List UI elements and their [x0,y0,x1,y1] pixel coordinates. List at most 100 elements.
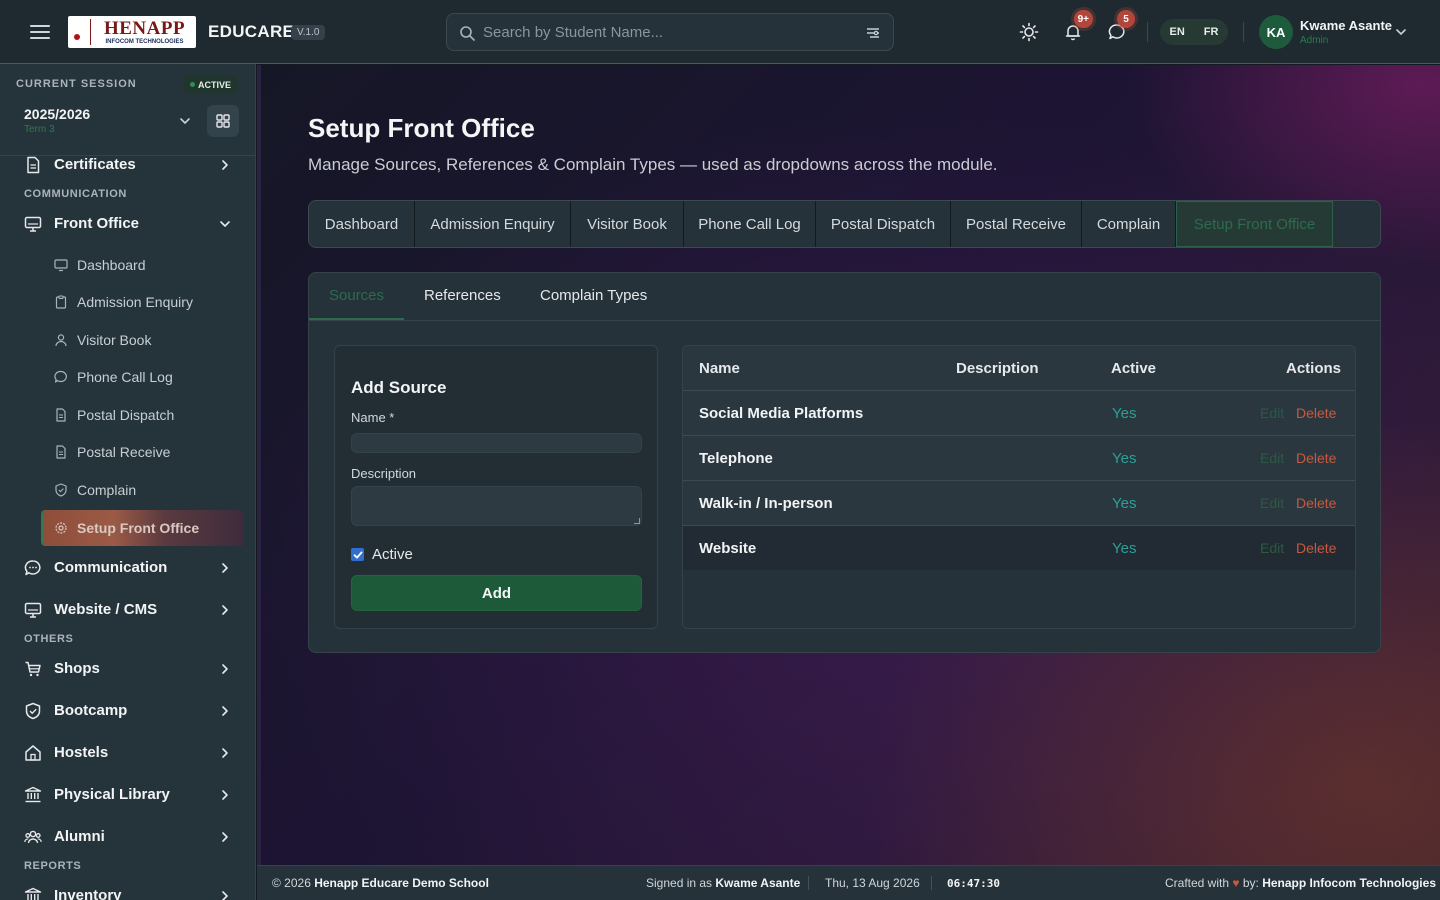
active-checkbox-label[interactable]: Active [372,546,413,563]
user-name[interactable]: Kwame Asante [1300,18,1392,33]
sidebar-item-bootcamp[interactable]: Bootcamp [12,693,244,729]
filter-icon[interactable] [865,25,881,41]
user-icon [55,334,67,347]
active-status: Yes [1112,405,1137,422]
chevron-right-icon [222,891,228,900]
notifications-badge: 9+ [1073,10,1093,28]
document-icon [56,445,66,459]
sidebar-item-certificates[interactable]: Certificates [12,156,244,174]
chat-icon [54,370,67,383]
tab-complain[interactable]: Complain [1082,201,1176,247]
student-search [446,13,894,51]
name-field[interactable] [351,433,642,453]
sidebar-item-label: Website / CMS [54,601,158,618]
subtab-references[interactable]: References [424,287,501,304]
footer-school: Henapp Educare Demo School [314,876,489,890]
add-button[interactable]: Add [351,575,642,611]
session-select[interactable]: 2025/2026 Term 3 [16,102,200,138]
sidebar-subitem-label: Complain [77,482,137,498]
chevron-right-icon [222,664,228,674]
tab-phone-call-log[interactable]: Phone Call Log [684,201,816,247]
active-checkbox[interactable] [351,548,364,561]
sidebar-subitem-complain[interactable]: Complain [30,474,244,506]
resize-handle[interactable] [634,518,640,524]
tab-visitor-book[interactable]: Visitor Book [571,201,684,247]
section-reports: REPORTS [24,860,82,872]
sidebar-item-hostels[interactable]: Hostels [12,735,244,771]
version-badge: V.1.0 [291,25,326,40]
chevron-right-icon [222,563,228,573]
sidebar-subitem-admission-enquiry[interactable]: Admission Enquiry [30,286,244,318]
henapp-logo[interactable]: HENAPP INFOCOM TECHNOLOGIES [68,16,196,48]
divider [808,876,809,890]
sidebar-item-label: Hostels [54,744,109,761]
sidebar-subitem-postal-dispatch[interactable]: Postal Dispatch [30,399,244,431]
sidebar-item-label: Communication [54,559,168,576]
sidebar-item-physical-library[interactable]: Physical Library [12,777,244,813]
library-icon [24,786,42,803]
search-input[interactable] [483,14,853,50]
sidebar-subitem-dashboard[interactable]: Dashboard [30,249,244,281]
menu-toggle-icon[interactable] [28,21,52,43]
top-bar: HENAPP INFOCOM TECHNOLOGIES EDUCARE V.1.… [0,0,1440,64]
sidebar-item-alumni[interactable]: Alumni [12,819,244,855]
delete-link[interactable]: Delete [1296,495,1336,511]
sidebar-item-inventory[interactable]: Inventory [12,878,244,900]
description-field[interactable] [351,486,642,526]
edit-link[interactable]: Edit [1260,405,1284,421]
session-year: 2025/2026 [24,106,91,122]
divider [1147,22,1148,42]
logo-subtitle: INFOCOM TECHNOLOGIES [105,39,184,45]
chevron-right-icon [222,790,228,800]
shield-icon [25,702,41,720]
delete-link[interactable]: Delete [1296,450,1336,466]
session-label: CURRENT SESSION [16,78,137,90]
tab-setup-front-office[interactable]: Setup Front Office [1176,201,1333,247]
chevron-down-icon[interactable] [1394,25,1408,39]
edit-link[interactable]: Edit [1260,450,1284,466]
apps-grid-button[interactable] [207,105,239,137]
column-header-active: Active [1111,360,1157,377]
source-name: Website [699,540,757,557]
edit-link[interactable]: Edit [1260,540,1284,556]
sidebar-subitem-label: Visitor Book [77,332,152,348]
check-icon [353,551,363,558]
sidebar-item-website-cms[interactable]: Website / CMS [12,592,244,628]
active-status: Yes [1112,540,1137,557]
sidebar-subitem-setup-front-office[interactable]: Setup Front Office [41,510,244,546]
notifications-button[interactable]: 9+ [1057,10,1093,48]
theme-toggle-button[interactable] [1013,16,1045,48]
sidebar-subitem-visitor-book[interactable]: Visitor Book [30,324,244,356]
subtab-complain-types[interactable]: Complain Types [540,287,647,304]
lang-fr-button[interactable]: FR [1204,26,1219,38]
monitor-icon [24,216,42,232]
edit-link[interactable]: Edit [1260,495,1284,511]
divider [1243,22,1244,42]
chevron-down-icon [220,221,230,227]
sidebar-subitem-label: Phone Call Log [77,369,173,385]
delete-link[interactable]: Delete [1296,540,1336,556]
app-name: EDUCARE [208,22,295,41]
tab-postal-dispatch[interactable]: Postal Dispatch [816,201,951,247]
table-row: Website Yes Edit Delete [683,525,1355,570]
avatar[interactable]: KA [1259,15,1293,49]
sidebar-item-label: Inventory [54,887,122,900]
footer-credits: Crafted with ♥ by: Henapp Infocom Techno… [1165,876,1436,890]
sidebar-item-communication[interactable]: Communication [12,550,244,586]
tab-admission-enquiry[interactable]: Admission Enquiry [415,201,571,247]
sidebar-item-front-office[interactable]: Front Office [12,206,244,242]
sidebar-item-label: Certificates [54,156,136,173]
chevron-right-icon [222,160,228,170]
tab-postal-receive[interactable]: Postal Receive [951,201,1082,247]
heart-icon: ♥ [1232,876,1240,890]
sidebar-subitem-postal-receive[interactable]: Postal Receive [30,436,244,468]
sidebar-subitem-phone-call-log[interactable]: Phone Call Log [30,361,244,393]
tab-dashboard[interactable]: Dashboard [309,201,415,247]
subtab-sources[interactable]: Sources [329,287,384,304]
lang-en-button[interactable]: EN [1170,26,1185,38]
delete-link[interactable]: Delete [1296,405,1336,421]
sidebar-item-label: Shops [54,660,100,677]
messages-button[interactable]: 5 [1101,10,1135,48]
footer: © 2026 Henapp Educare Demo School Signed… [257,865,1440,900]
sidebar-item-shops[interactable]: Shops [12,651,244,687]
